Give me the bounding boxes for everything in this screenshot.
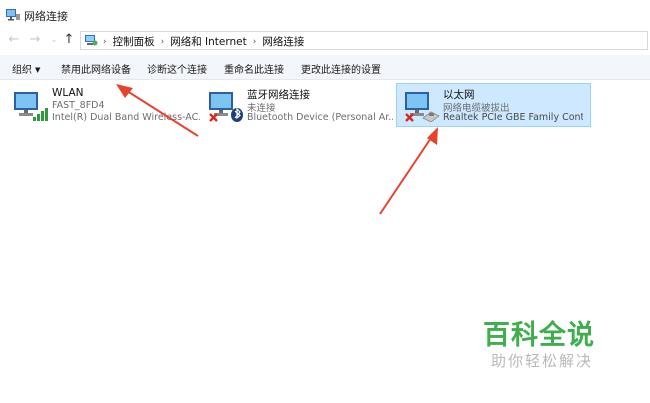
watermark-subtitle: 助你轻松解决 xyxy=(491,352,594,370)
annotation-arrow-ethernet xyxy=(379,127,438,215)
watermark-title: 百科全说 xyxy=(483,320,595,351)
annotation-arrow-toolbar xyxy=(116,84,199,137)
